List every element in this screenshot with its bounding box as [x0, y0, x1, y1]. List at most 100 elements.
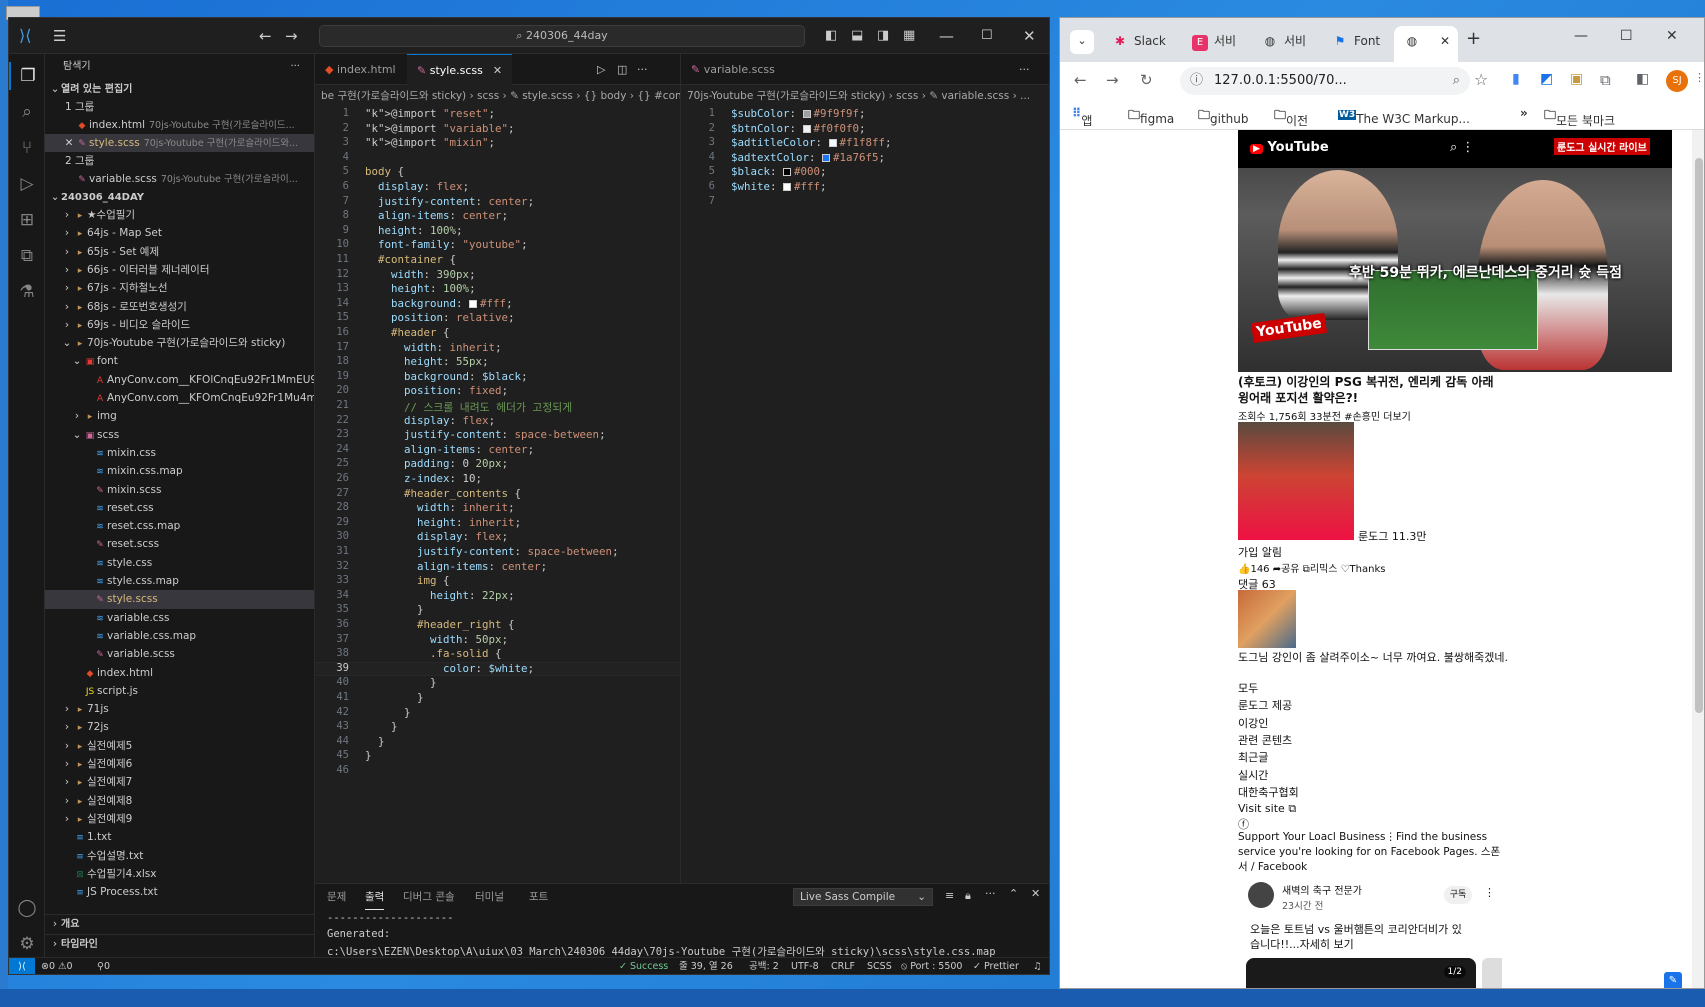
tree-folder[interactable]: › ▸ 실전예제7 [45, 773, 314, 791]
profile-avatar[interactable]: SJ [1666, 70, 1688, 92]
source-control-icon[interactable]: ⑂ [9, 134, 45, 162]
video-actions[interactable]: 👍146 ➦공유 ⧉리믹스 ♡Thanks [1238, 560, 1385, 575]
open-editors-section[interactable]: ⌄ 열려 있는 편집기 [45, 80, 314, 98]
tab-slack[interactable]: ✱ Slack [1102, 26, 1176, 62]
tree-file[interactable]: ≋ style.css.map [45, 572, 314, 590]
lock-icon[interactable]: 🔒︎ [965, 889, 971, 903]
notifications-bell-icon[interactable]: ♫ [1033, 958, 1042, 974]
page-scrollbar[interactable] [1692, 130, 1704, 988]
tree-file[interactable]: ≋ variable.css.map [45, 627, 314, 645]
more-bookmarks-icon[interactable]: » [1520, 106, 1528, 120]
tab-font[interactable]: ⚑ Font [1322, 26, 1390, 62]
subscribe-text[interactable]: 가입 알림 [1238, 544, 1282, 560]
tree-folder[interactable]: › ▸ 67js - 지하철노선 [45, 279, 314, 297]
line-ending[interactable]: CRLF [831, 958, 855, 974]
side-panel-icon[interactable]: ◧ [1636, 71, 1649, 87]
tree-file[interactable]: ⊠ 수업필기4.xlsx [45, 865, 314, 883]
color-swatch[interactable] [783, 168, 792, 177]
tree-folder[interactable]: › ▸ 68js - 로또번호생성기 [45, 298, 314, 316]
extension-icon[interactable]: ▮ [1512, 71, 1520, 87]
tree-file[interactable]: ≋ variable.css [45, 609, 314, 627]
post-text[interactable]: 오늘은 토트넘 vs 울버햄튼의 코리안더비가 있습니다!!...자세히 보기 [1250, 922, 1470, 952]
reload-icon[interactable]: ↻ [1140, 71, 1153, 89]
tree-folder[interactable]: › ▸ ★수업필기 [45, 206, 314, 224]
tab-style-scss[interactable]: ✎ style.scss ✕ [407, 54, 513, 85]
tree-folder[interactable]: › ▸ img [45, 407, 314, 425]
tree-file[interactable]: ✎ reset.scss [45, 535, 314, 553]
tree-folder[interactable]: › ▸ 69js - 비디오 슬라이드 [45, 316, 314, 334]
close-tab-icon[interactable]: ✕ [493, 64, 502, 77]
sponsored-ad[interactable]: Support Your Loacl Business⋮Find the bus… [1238, 830, 1508, 875]
panel-tab[interactable]: 디버그 콘솔 [403, 884, 455, 910]
toggle-panel-icon[interactable]: ⬓ [851, 18, 863, 54]
tab-service-2[interactable]: ◍ 서비 [1252, 26, 1318, 62]
panel-tab[interactable]: 문제 [327, 884, 346, 910]
panel-tab[interactable]: 출력 [365, 884, 385, 910]
tree-folder[interactable]: › ▸ 실전예제6 [45, 755, 314, 773]
channel-name[interactable]: 룬도그 11.3만 [1358, 528, 1426, 544]
tree-folder[interactable]: › ▸ 65js - Set 예제 [45, 243, 314, 261]
maximize-icon[interactable]: ☐ [1620, 28, 1633, 44]
tree-file[interactable]: ≡ 1.txt [45, 828, 314, 846]
post-avatar[interactable] [1248, 882, 1274, 908]
open-editor-variable-scss[interactable]: ✎ variable.scss 70js-Youtube 구현(가로슬라이... [45, 170, 314, 188]
tab-active-localhost[interactable]: ◍ ✕ [1394, 26, 1458, 62]
more-actions-icon[interactable]: ··· [1019, 54, 1030, 85]
tree-folder[interactable]: › ▸ 64js - Map Set [45, 224, 314, 242]
more-actions-icon[interactable]: ··· [985, 887, 996, 900]
maximize-panel-icon[interactable]: ⌃ [1009, 887, 1018, 900]
prettier-status[interactable]: ✓ Prettier [973, 958, 1019, 974]
chrome-menu-icon[interactable]: ⋮ [1694, 71, 1704, 84]
extensions-icon[interactable]: ⊞ [9, 206, 45, 234]
panel-tab[interactable]: 포트 [529, 884, 548, 910]
output-channel-select[interactable]: Live Sass Compile ⌄ [793, 888, 933, 906]
toggle-sidebar-icon[interactable]: ◧ [825, 18, 837, 54]
extensions-puzzle-icon[interactable]: ⧉ [1600, 71, 1611, 89]
minimize-icon[interactable]: — [1574, 28, 1588, 44]
close-icon[interactable]: ✕ [1666, 28, 1678, 44]
visit-site-link[interactable]: Visit site ⧉ [1238, 802, 1296, 816]
customize-layout-icon[interactable]: ▦ [903, 18, 915, 54]
bookmark-previous[interactable]: 🗀 이전 [1274, 106, 1308, 128]
tree-folder[interactable]: › ▸ 66js - 이터러블 제너레이터 [45, 261, 314, 279]
youtube-logo[interactable]: ▶ YouTube [1250, 140, 1329, 155]
tree-folder[interactable]: › ▸ 71js [45, 700, 314, 718]
tree-file[interactable]: ✎ style.scss [45, 590, 314, 609]
address-bar[interactable]: ⓘ 127.0.0.1:5500/70... ⌕ [1180, 67, 1470, 95]
all-bookmarks[interactable]: 🗀 모든 북마크 [1544, 106, 1615, 128]
color-picker-icon[interactable]: ✎ [1664, 972, 1682, 988]
tab-service-1[interactable]: E 서비 [1182, 26, 1248, 62]
bookmark-github[interactable]: 🗀 github [1198, 106, 1249, 127]
chip-item[interactable]: 실시간 [1238, 767, 1268, 783]
new-tab-plus-icon[interactable]: + [1466, 28, 1481, 49]
cursor-position[interactable]: 줄 39, 열 26 [679, 958, 733, 974]
chip-item[interactable]: 대한축구협회 [1238, 784, 1299, 800]
tab-search-chevron-icon[interactable]: ⌄ [1070, 30, 1094, 54]
image-extension-icon[interactable]: ▣ [1570, 71, 1583, 87]
account-icon[interactable]: ◯ [9, 894, 45, 922]
encoding[interactable]: UTF-8 [791, 958, 819, 974]
chip-item[interactable]: 룬도그 제공 [1238, 697, 1292, 713]
tree-folder[interactable]: › ▸ 실전예제9 [45, 810, 314, 828]
run-debug-icon[interactable]: ▷ [9, 170, 45, 198]
color-swatch[interactable] [828, 139, 837, 148]
bookmark-w3c[interactable]: W3 The W3C Markup... [1338, 106, 1470, 126]
settings-gear-icon[interactable]: ⚙ [9, 930, 45, 958]
explorer-icon[interactable]: ❐ [9, 62, 45, 90]
back-arrow-icon[interactable]: ← [1074, 71, 1087, 89]
tree-folder[interactable]: › ▸ 실전예제8 [45, 792, 314, 810]
chip-item[interactable]: 최근글 [1238, 749, 1268, 765]
clear-output-icon[interactable]: ≡ [945, 889, 954, 902]
breadcrumb[interactable]: 70js-Youtube 구현(가로슬라이드와 sticky) › scss ›… [681, 85, 1049, 107]
post-image[interactable]: 1/2 [1246, 958, 1476, 988]
site-info-icon[interactable]: ⓘ [1190, 67, 1203, 95]
tree-folder[interactable]: › ▸ 실전예제5 [45, 737, 314, 755]
back-arrow-icon[interactable]: ← [259, 18, 272, 54]
close-panel-icon[interactable]: ✕ [1031, 887, 1040, 900]
breadcrumb[interactable]: be 구현(가로슬라이드와 sticky) › scss › ✎ style.s… [315, 85, 680, 107]
forward-arrow-icon[interactable]: → [1106, 71, 1119, 89]
video-meta[interactable]: 조회수 1,756회 33분전 #손흥민 더보기 [1238, 408, 1411, 423]
subscribe-button[interactable]: 구독 [1444, 886, 1472, 904]
search-icon[interactable]: ⌕ [9, 98, 45, 126]
scrollbar-thumb[interactable] [1695, 158, 1703, 713]
